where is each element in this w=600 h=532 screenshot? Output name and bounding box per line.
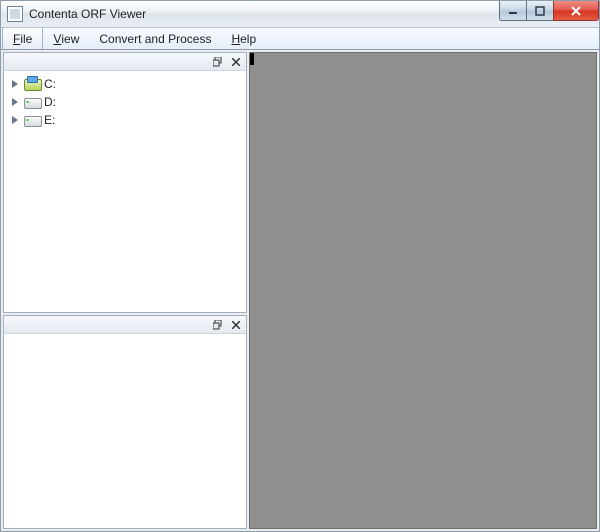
folder-tree[interactable]: C: D: E: <box>4 71 246 312</box>
undock-button[interactable] <box>212 56 224 68</box>
title-bar: Contenta ORF Viewer <box>0 0 600 28</box>
minimize-button[interactable] <box>499 1 527 21</box>
window-control-group <box>500 1 599 21</box>
drive-node[interactable]: C: <box>6 75 244 93</box>
expander-icon[interactable] <box>10 79 20 89</box>
close-icon <box>570 6 582 16</box>
text-caret <box>250 53 254 65</box>
close-icon <box>232 321 240 329</box>
maximize-icon <box>535 6 545 16</box>
hard-drive-icon <box>24 95 40 109</box>
menu-item-help[interactable]: Help <box>221 28 266 49</box>
expander-icon[interactable] <box>10 97 20 107</box>
panel-close-button[interactable] <box>230 56 242 68</box>
hard-drive-icon <box>24 113 40 127</box>
drive-node[interactable]: E: <box>6 111 244 129</box>
drive-label: C: <box>44 77 56 91</box>
menu-item-file[interactable]: File <box>2 28 43 49</box>
image-viewer[interactable] <box>249 52 597 529</box>
close-icon <box>232 58 240 66</box>
drive-label: D: <box>44 95 56 109</box>
menu-item-view[interactable]: View <box>43 28 89 49</box>
folder-tree-header <box>4 53 246 71</box>
sidebar: C: D: E: <box>3 52 247 529</box>
close-button[interactable] <box>553 1 599 21</box>
undock-button[interactable] <box>212 319 224 331</box>
maximize-button[interactable] <box>526 1 554 21</box>
drive-label: E: <box>44 113 55 127</box>
panel-close-button[interactable] <box>230 319 242 331</box>
expander-icon[interactable] <box>10 115 20 125</box>
drive-node[interactable]: D: <box>6 93 244 111</box>
client-area: C: D: E: <box>0 50 600 532</box>
menu-bar: FileViewConvert and ProcessHelp <box>0 28 600 50</box>
window-title: Contenta ORF Viewer <box>29 7 146 21</box>
folder-tree-panel: C: D: E: <box>3 52 247 313</box>
preview-panel-header <box>4 316 246 334</box>
undock-icon <box>213 57 223 67</box>
undock-icon <box>213 320 223 330</box>
menu-item-convert-and-process[interactable]: Convert and Process <box>89 28 221 49</box>
system-drive-icon <box>24 77 40 91</box>
preview-area <box>4 334 246 528</box>
preview-panel <box>3 315 247 529</box>
app-icon <box>7 6 23 22</box>
minimize-icon <box>508 6 518 16</box>
